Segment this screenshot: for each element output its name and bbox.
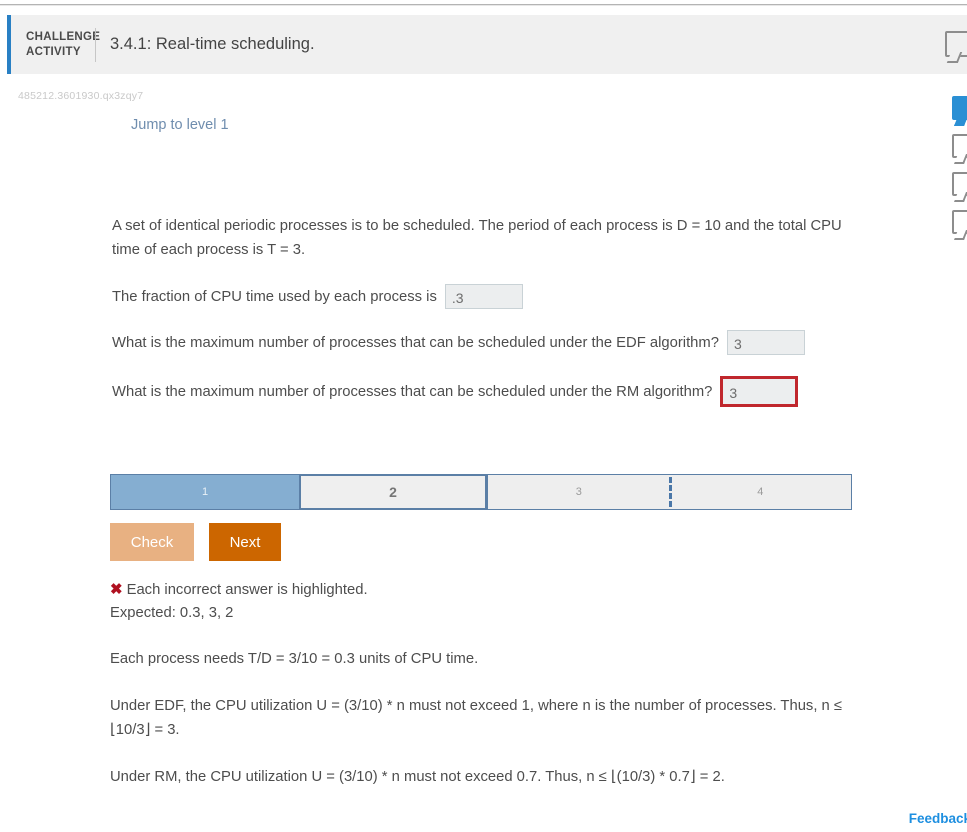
note-bubble-icon-3[interactable] [952, 172, 967, 196]
kicker-line-2: ACTIVITY [26, 45, 81, 58]
top-divider [0, 4, 967, 6]
sub-question-3-label: What is the maximum number of processes … [112, 383, 713, 400]
next-button[interactable]: Next [209, 523, 281, 561]
answer-input-fraction[interactable] [444, 284, 523, 309]
sub-question-1-label: The fraction of CPU time used by each pr… [112, 288, 437, 305]
question-body: A set of identical periodic processes is… [112, 214, 852, 428]
sub-question-3: What is the maximum number of processes … [112, 376, 852, 407]
activity-id: 485212.3601930.qx3zqy7 [18, 90, 144, 102]
note-bubble-icon-4[interactable] [952, 210, 967, 234]
result-line-1: ✖ Each incorrect answer is highlighted. [110, 578, 368, 602]
progress-step-1-label: 1 [201, 486, 209, 498]
expected-answer: Expected: 0.3, 3, 2 [110, 605, 234, 621]
progress-step-4[interactable]: 4 [668, 475, 851, 509]
progress-steps: 1 2 3 4 [110, 474, 852, 510]
header-note-icon-slot[interactable] [933, 15, 967, 74]
sub-question-1: The fraction of CPU time used by each pr… [112, 284, 852, 309]
page-title: 3.4.1: Real-time scheduling. [110, 35, 315, 53]
challenge-activity-header: CHALLENGE ACTIVITY 3.4.1: Real-time sche… [7, 15, 967, 74]
explanation-paragraph-1: Each process needs T/D = 3/10 = 0.3 unit… [110, 651, 479, 667]
sub-question-2: What is the maximum number of processes … [112, 330, 852, 355]
note-bubble-icon-2[interactable] [952, 134, 967, 158]
progress-step-2[interactable]: 2 [299, 474, 487, 510]
question-prompt: A set of identical periodic processes is… [112, 218, 842, 258]
progress-step-1[interactable]: 1 [111, 475, 299, 509]
check-button[interactable]: Check [110, 523, 194, 561]
explanation-paragraph-2: Under EDF, the CPU utilization U = (3/10… [110, 698, 843, 738]
progress-step-2-label: 2 [389, 484, 397, 500]
explanation-paragraph-3: Under RM, the CPU utilization U = (3/10)… [110, 769, 725, 785]
note-icon[interactable] [945, 31, 967, 57]
progress-step-3[interactable]: 3 [487, 475, 670, 509]
sub-question-2-label: What is the maximum number of processes … [112, 334, 719, 351]
kicker-line-1: CHALLENGE [26, 30, 101, 43]
header-vertical-divider [95, 27, 96, 62]
answer-input-edf[interactable] [726, 330, 805, 355]
answer-input-rm[interactable] [720, 376, 799, 407]
progress-step-4-label: 4 [757, 486, 764, 498]
explanation: Each process needs T/D = 3/10 = 0.3 unit… [110, 647, 855, 812]
error-x-icon: ✖ [110, 581, 123, 598]
action-buttons: Check Next [110, 523, 281, 561]
feedback-link[interactable]: Feedback [909, 811, 967, 826]
sidebar-bubble-rail [952, 96, 967, 248]
progress-step-3-label: 3 [575, 486, 582, 498]
result-text: Each incorrect answer is highlighted. [126, 582, 368, 598]
note-bubble-icon-1[interactable] [952, 96, 967, 120]
challenge-activity-kicker: CHALLENGE ACTIVITY [11, 30, 101, 60]
page-root: CHALLENGE ACTIVITY 3.4.1: Real-time sche… [0, 0, 967, 832]
result-message: ✖ Each incorrect answer is highlighted. E… [110, 578, 368, 625]
jump-to-level-link[interactable]: Jump to level 1 [131, 117, 229, 133]
